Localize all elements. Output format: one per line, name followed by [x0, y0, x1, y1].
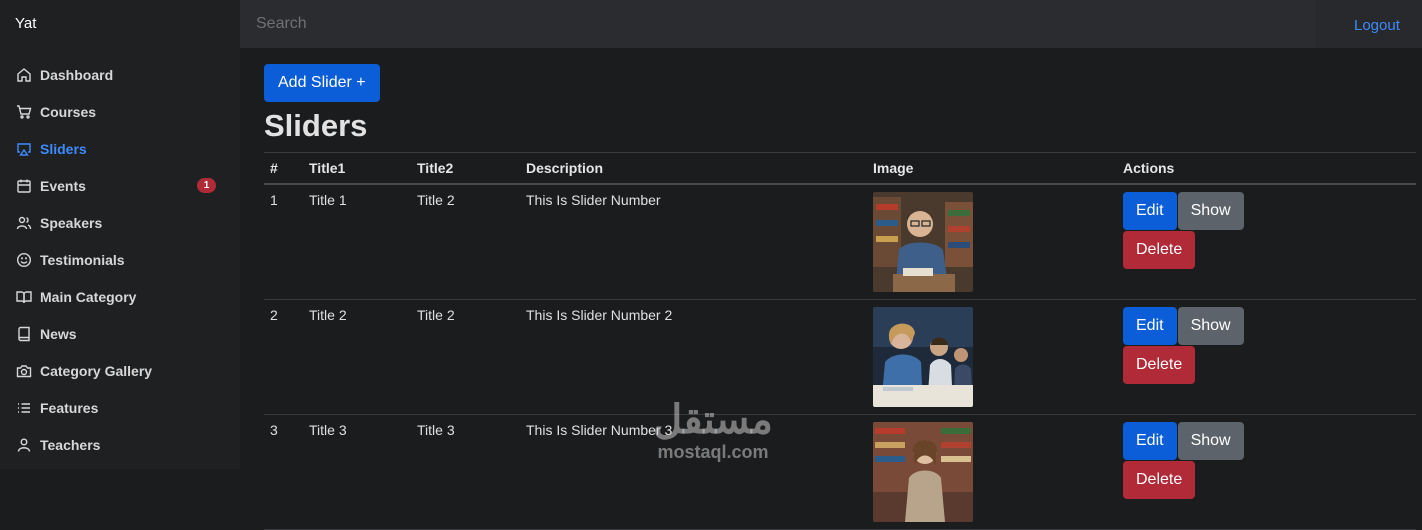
- delete-button[interactable]: Delete: [1123, 230, 1196, 269]
- row-number: 1: [264, 183, 303, 300]
- sidebar-item-label: Category Gallery: [40, 362, 153, 379]
- column-header-title1: Title1: [303, 152, 411, 185]
- row-image-cell: [867, 183, 1117, 300]
- sidebar-item-sliders[interactable]: Sliders: [0, 130, 240, 167]
- row-image-cell: [867, 414, 1117, 530]
- row-number: 2: [264, 299, 303, 415]
- sidebar-item-label: Courses: [40, 103, 97, 120]
- row-actions: Edit Show Delete: [1117, 299, 1416, 415]
- sidebar: Dashboard Courses Sliders Events 1 Speak…: [0, 48, 240, 469]
- sidebar-item-label: Testimonials: [40, 251, 125, 268]
- sidebar-item-events[interactable]: Events 1: [0, 167, 240, 204]
- row-title1: Title 2: [303, 299, 411, 415]
- sidebar-item-label: Events: [40, 177, 86, 194]
- smile-icon: [16, 252, 32, 267]
- row-title1: Title 3: [303, 414, 411, 530]
- row-description: This Is Slider Number 3: [520, 414, 867, 530]
- book-open-icon: [16, 290, 32, 303]
- events-count-badge: 1: [197, 178, 216, 193]
- table-row: 2 Title 2 Title 2 This Is Slider Number …: [264, 299, 1416, 415]
- main-content: Add Slider + Sliders # Title1 Title2 Des…: [264, 64, 1416, 530]
- users-icon: [16, 216, 32, 229]
- delete-button[interactable]: Delete: [1123, 460, 1196, 499]
- sidebar-item-speakers[interactable]: Speakers: [0, 204, 240, 241]
- row-description: This Is Slider Number: [520, 183, 867, 300]
- row-actions: Edit Show Delete: [1117, 414, 1416, 530]
- row-title2: Title 2: [411, 299, 520, 415]
- table-row: 1 Title 1 Title 2 This Is Slider Number: [264, 183, 1416, 300]
- sidebar-item-testimonials[interactable]: Testimonials: [0, 241, 240, 278]
- slider-image: [873, 421, 973, 522]
- column-header-description: Description: [520, 152, 867, 185]
- column-header-title2: Title2: [411, 152, 520, 185]
- sidebar-item-label: News: [40, 325, 77, 342]
- sidebar-item-label: Speakers: [40, 214, 103, 231]
- page-title: Sliders: [264, 108, 368, 143]
- add-slider-button[interactable]: Add Slider +: [264, 64, 380, 102]
- row-actions: Edit Show Delete: [1117, 183, 1416, 300]
- sidebar-item-label: Sliders: [40, 140, 87, 157]
- sidebar-item-courses[interactable]: Courses: [0, 93, 240, 130]
- list-icon: [18, 402, 30, 413]
- edit-button[interactable]: Edit: [1123, 191, 1177, 230]
- show-button[interactable]: Show: [1177, 306, 1244, 345]
- sidebar-item-label: Main Category: [40, 288, 137, 305]
- sidebar-item-features[interactable]: Features: [0, 389, 240, 426]
- show-button[interactable]: Show: [1177, 421, 1244, 460]
- edit-button[interactable]: Edit: [1123, 306, 1177, 345]
- delete-button[interactable]: Delete: [1123, 345, 1196, 384]
- book-icon: [18, 326, 30, 341]
- airplay-icon: [17, 142, 31, 156]
- sidebar-item-category-gallery[interactable]: Category Gallery: [0, 352, 240, 389]
- show-button[interactable]: Show: [1177, 191, 1244, 230]
- row-number: 3: [264, 414, 303, 530]
- sidebar-item-label: Dashboard: [40, 66, 114, 83]
- user-icon: [17, 438, 31, 452]
- sidebar-item-main-category[interactable]: Main Category: [0, 278, 240, 315]
- row-title2: Title 2: [411, 183, 520, 300]
- calendar-icon: [17, 179, 31, 193]
- sidebar-item-label: Teachers: [40, 436, 101, 453]
- home-icon: [17, 67, 31, 82]
- column-header-number: #: [264, 152, 303, 185]
- column-header-image: Image: [867, 152, 1117, 185]
- sidebar-item-dashboard[interactable]: Dashboard: [0, 56, 240, 93]
- row-title2: Title 3: [411, 414, 520, 530]
- table-row: 3 Title 3 Title 3 This Is Slider Number …: [264, 414, 1416, 530]
- column-header-actions: Actions: [1117, 152, 1416, 185]
- sidebar-item-label: Features: [40, 399, 99, 416]
- slider-image: [873, 306, 973, 407]
- row-image-cell: [867, 299, 1117, 415]
- edit-button[interactable]: Edit: [1123, 421, 1177, 460]
- sliders-table: # Title1 Title2 Description Image Action…: [264, 152, 1416, 530]
- top-navbar: Yat Logout: [0, 0, 1422, 48]
- camera-icon: [16, 364, 32, 377]
- row-description: This Is Slider Number 2: [520, 299, 867, 415]
- row-title1: Title 1: [303, 183, 411, 300]
- sidebar-item-teachers[interactable]: Teachers: [0, 426, 240, 463]
- search-input[interactable]: [240, 0, 1316, 48]
- slider-image: [873, 191, 973, 292]
- brand-name[interactable]: Yat: [0, 0, 240, 48]
- cart-icon: [17, 104, 32, 119]
- logout-link[interactable]: Logout: [1316, 0, 1422, 48]
- sidebar-item-news[interactable]: News: [0, 315, 240, 352]
- table-header-row: # Title1 Title2 Description Image Action…: [264, 152, 1416, 185]
